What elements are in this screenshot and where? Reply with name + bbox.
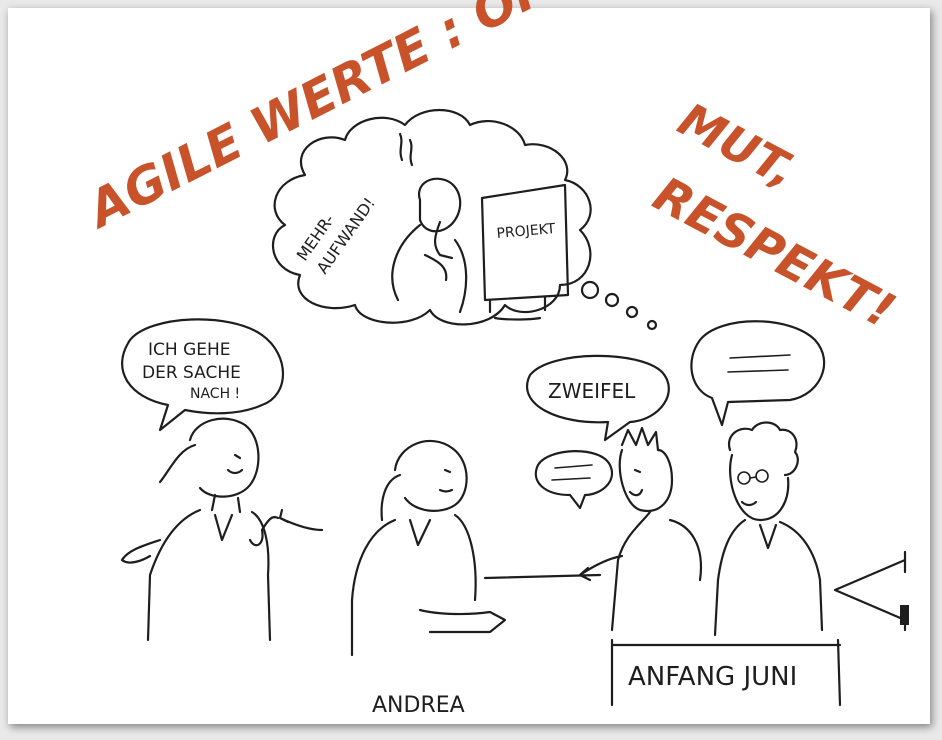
headline: AGILE WERTE : OFFENHEIT, MUT, RESPEKT! xyxy=(76,0,904,340)
sketch-scene: AGILE WERTE : OFFENHEIT, MUT, RESPEKT! P… xyxy=(76,0,909,718)
speech-bubble-right xyxy=(690,320,826,427)
glasses-left-lens xyxy=(737,471,751,485)
stressed-person-figure xyxy=(391,132,468,314)
speech-bubble-left: ICH GEHE DER SACHE NACH ! xyxy=(121,318,284,432)
doubt-text: ZWEIFEL xyxy=(548,379,636,403)
curly-hair-man-figure xyxy=(713,421,824,637)
thought-dot-1 xyxy=(580,280,600,300)
date-sign-text: ANFANG JUNI xyxy=(628,662,797,692)
speech-bubble-small xyxy=(534,450,613,510)
thought-dot-3 xyxy=(625,305,639,319)
thought-dot-4 xyxy=(646,319,658,331)
speech-left-line1: ICH GEHE xyxy=(148,340,231,360)
speech-left-line2: DER SACHE xyxy=(142,363,241,383)
date-sign: ANFANG JUNI xyxy=(610,638,842,707)
speech-left-line3: NACH ! xyxy=(190,386,240,402)
spiky-hair-man-figure xyxy=(578,426,703,632)
thought-dot-2 xyxy=(604,292,620,308)
speech-bubble-doubt: ZWEIFEL xyxy=(526,354,670,442)
standing-woman-figure xyxy=(120,417,324,642)
andrea-name-label: ANDREA xyxy=(372,693,465,718)
monitor-label: PROJEKT xyxy=(496,221,556,242)
table-leg-block xyxy=(900,605,909,625)
andrea-figure xyxy=(350,439,602,657)
glasses-right-lens xyxy=(755,469,769,483)
thought-cloud: PROJEKT MEHR- AUFWAND! xyxy=(271,108,658,331)
table-edge xyxy=(833,550,909,632)
